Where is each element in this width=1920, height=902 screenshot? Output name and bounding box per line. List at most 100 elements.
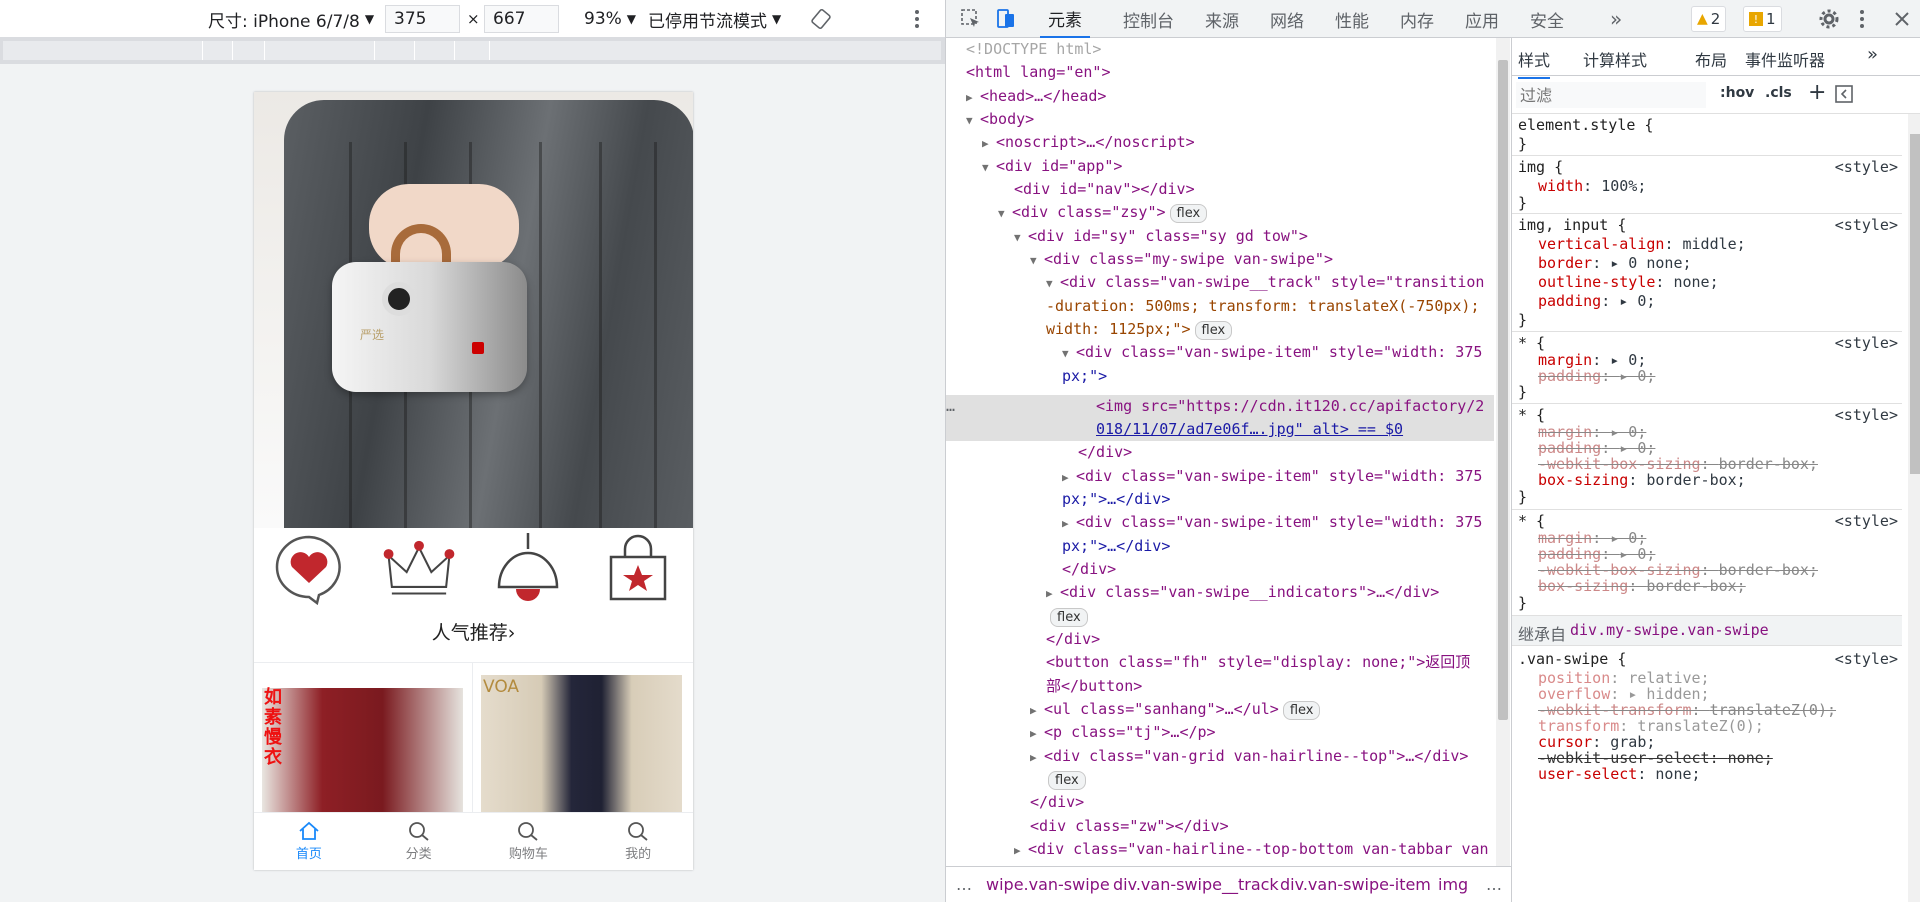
dom-line[interactable]: ▶ <p class="tj">…</p>: [1030, 721, 1216, 745]
heart-chat-icon[interactable]: [272, 531, 346, 605]
dom-line[interactable]: ▶ <div class="van-swipe-item" style="widt…: [1062, 511, 1482, 535]
toggle-sidebar-icon[interactable]: [1834, 84, 1854, 108]
dom-line[interactable]: <div id="nav"></div>: [1014, 178, 1195, 201]
styles-filter-input[interactable]: [1516, 82, 1706, 108]
more-tabs-icon[interactable]: »: [1867, 44, 1878, 65]
tab-elements[interactable]: 元素: [1040, 0, 1090, 38]
styles-scrollbar-thumb[interactable]: [1910, 134, 1920, 474]
breadcrumb-item[interactable]: div.van-swipe-item: [1280, 875, 1431, 894]
expand-arrow-icon[interactable]: ▶: [1062, 466, 1076, 489]
dom-line[interactable]: -duration: 500ms; transform: translateX(…: [1046, 295, 1479, 318]
inspect-element-icon[interactable]: [960, 0, 982, 38]
expand-arrow-icon[interactable]: ▶: [982, 132, 996, 155]
dom-line[interactable]: ▶ <div class="van-hairline--top-bottom va…: [1014, 838, 1489, 862]
rule-property[interactable]: outline-style: none;: [1538, 273, 1719, 292]
style-rule[interactable]: * { <style> margin: ▸ 0; padding: ▸ 0; -…: [1512, 510, 1902, 616]
dom-line[interactable]: ▶ <noscript>…</noscript>: [982, 131, 1195, 155]
throttle-select[interactable]: 已停用节流模式 ▼: [648, 0, 781, 38]
style-rule[interactable]: img, input { <style> vertical-align: mid…: [1512, 214, 1902, 332]
dom-line-selected[interactable]: 018/11/07/ad7e06f….jpg" alt> == $0: [1096, 418, 1403, 441]
recommend-title[interactable]: 人气推荐›: [254, 618, 693, 645]
device-toggle-icon[interactable]: [995, 0, 1017, 38]
rule-property-overridden[interactable]: box-sizing: border-box;: [1538, 577, 1746, 596]
flex-badge[interactable]: flex: [1282, 701, 1321, 720]
shopping-bag-star-icon[interactable]: [601, 531, 675, 605]
dom-line[interactable]: ▼ <div class="zsy"> flex: [998, 201, 1208, 225]
collapse-arrow-icon[interactable]: ▼: [998, 202, 1012, 225]
tab-performance[interactable]: 性能: [1335, 0, 1369, 38]
rule-source-link[interactable]: <style>: [1835, 334, 1898, 353]
dom-line[interactable]: ▶ <head>…</head>: [966, 85, 1106, 109]
tab-mine[interactable]: 我的: [583, 813, 693, 870]
dom-line[interactable]: ▼ <div class="my-swipe van-swipe">: [1030, 248, 1333, 272]
dom-line[interactable]: 部</button>: [1046, 675, 1142, 698]
dom-line[interactable]: px;">: [1062, 365, 1107, 388]
dom-line[interactable]: </div>: [1078, 441, 1132, 464]
flex-badge[interactable]: flex: [1048, 771, 1086, 790]
dom-line[interactable]: width: 1125px;"> flex: [1046, 318, 1233, 341]
issues-badge[interactable]: ! 1: [1743, 6, 1782, 32]
style-rule[interactable]: img { <style> width: 100%; }: [1512, 156, 1902, 214]
collapse-arrow-icon[interactable]: ▼: [982, 156, 996, 179]
dom-line[interactable]: <div class="zw"></div>: [1030, 815, 1229, 838]
dom-line[interactable]: </div>: [1030, 791, 1084, 814]
dom-line[interactable]: flex: [1046, 605, 1088, 628]
expand-arrow-icon[interactable]: ▶: [1062, 512, 1076, 535]
dom-line-selected[interactable]: <img src="https://cdn.it120.cc/apifactor…: [1096, 395, 1484, 418]
rotate-icon[interactable]: [810, 0, 832, 38]
crown-icon[interactable]: [382, 531, 456, 605]
tab-home[interactable]: 首页: [254, 813, 364, 870]
dom-line[interactable]: px;">…</div>: [1062, 535, 1170, 558]
rule-property[interactable]: padding: ▸ 0;: [1538, 292, 1655, 311]
rule-property[interactable]: box-sizing: border-box;: [1538, 471, 1746, 490]
rule-property[interactable]: user-select: none;: [1538, 765, 1701, 784]
tab-sources[interactable]: 来源: [1205, 0, 1239, 38]
lamp-icon[interactable]: [491, 531, 565, 605]
expand-arrow-icon[interactable]: ▶: [1030, 699, 1044, 722]
dom-line[interactable]: </div>: [1062, 558, 1116, 581]
zoom-select[interactable]: 93% ▼: [584, 0, 636, 38]
settings-gear-icon[interactable]: [1818, 0, 1840, 38]
node-actions-icon[interactable]: …: [946, 395, 955, 418]
add-rule-icon[interactable]: +: [1808, 80, 1826, 105]
rule-source-link[interactable]: <style>: [1835, 650, 1898, 669]
tab-network[interactable]: 网络: [1270, 0, 1304, 38]
dom-line[interactable]: ▶ <div class="van-swipe__indicators">…</d…: [1046, 581, 1439, 605]
inherited-from-link[interactable]: div.my-swipe.van-swipe: [1570, 621, 1769, 639]
expand-arrow-icon[interactable]: ▶: [1030, 746, 1044, 769]
more-tabs-icon[interactable]: »: [1610, 0, 1622, 38]
expand-arrow-icon[interactable]: ▶: [1046, 582, 1060, 605]
tab-styles[interactable]: 样式: [1518, 47, 1551, 79]
rule-property[interactable]: border: ▸ 0 none;: [1538, 254, 1692, 273]
rule-source-link[interactable]: <style>: [1835, 158, 1898, 177]
tab-event-listeners[interactable]: 事件监听器: [1745, 47, 1825, 71]
rule-property[interactable]: width: 100%;: [1538, 177, 1646, 196]
close-icon[interactable]: [1894, 0, 1910, 38]
dom-line[interactable]: flex: [1044, 768, 1086, 791]
height-input[interactable]: 667: [484, 5, 559, 33]
warnings-badge[interactable]: ▲ 2: [1691, 6, 1727, 32]
collapse-arrow-icon[interactable]: ▼: [1046, 272, 1060, 295]
flex-badge[interactable]: flex: [1050, 608, 1088, 627]
collapse-arrow-icon[interactable]: ▼: [1014, 226, 1028, 249]
tab-cart[interactable]: 购物车: [474, 813, 584, 870]
tab-console[interactable]: 控制台: [1123, 0, 1174, 38]
style-rule[interactable]: .van-swipe { <style> position: relative;…: [1512, 646, 1902, 902]
device-select[interactable]: 尺寸: iPhone 6/7/8 ▼: [208, 0, 374, 38]
dom-line[interactable]: <button class="fh" style="display: none;…: [1046, 651, 1470, 674]
collapse-arrow-icon[interactable]: ▼: [966, 109, 980, 132]
dom-line[interactable]: ▼ <div class="van-swipe__track" style="tr…: [1046, 271, 1484, 295]
banner-swipe[interactable]: 严选: [254, 92, 693, 528]
rule-source-link[interactable]: <style>: [1835, 406, 1898, 425]
rule-property-overridden[interactable]: padding: ▸ 0;: [1538, 367, 1655, 386]
style-rule[interactable]: * { <style> margin: ▸ 0; padding: ▸ 0; }: [1512, 332, 1902, 404]
width-input[interactable]: 375: [385, 5, 460, 33]
breadcrumb-overflow[interactable]: …: [1486, 875, 1502, 894]
breadcrumb-item[interactable]: wipe.van-swipe: [986, 875, 1110, 894]
more-options-icon[interactable]: [914, 0, 920, 38]
tab-memory[interactable]: 内存: [1400, 0, 1434, 38]
collapse-arrow-icon[interactable]: ▼: [1062, 342, 1076, 365]
expand-arrow-icon[interactable]: ▶: [1030, 722, 1044, 745]
tab-application[interactable]: 应用: [1465, 0, 1499, 38]
dom-line[interactable]: ▼ <div id="sy" class="sy gd tow">: [1014, 225, 1308, 249]
